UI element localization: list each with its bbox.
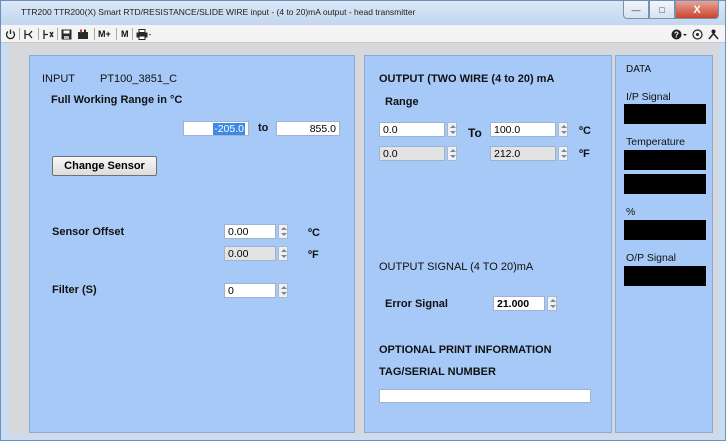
op-signal-label: O/P Signal bbox=[626, 252, 677, 264]
output-low-c-spinner[interactable] bbox=[447, 122, 457, 137]
error-signal-label: Error Signal bbox=[385, 298, 448, 310]
temperature-label: Temperature bbox=[626, 136, 685, 148]
filter-field[interactable]: 0 bbox=[224, 283, 276, 298]
op-signal-display bbox=[624, 266, 706, 286]
output-low-f-field[interactable]: 0.0 bbox=[379, 146, 445, 161]
power-icon[interactable] bbox=[5, 27, 16, 41]
close-button[interactable]: X bbox=[675, 1, 719, 19]
range-min-field[interactable]: -205.0 bbox=[183, 121, 249, 136]
tag-serial-input[interactable] bbox=[379, 389, 591, 403]
load-device-icon[interactable] bbox=[77, 27, 89, 41]
output-high-c-field[interactable]: 100.0 bbox=[490, 122, 556, 137]
range-max-field[interactable]: 855.0 bbox=[276, 121, 340, 136]
output-heading: OUTPUT (TWO WIRE (4 to 20) mA bbox=[379, 73, 555, 85]
svg-text:?: ? bbox=[674, 30, 679, 39]
output-signal-heading: OUTPUT SIGNAL (4 TO 20)mA bbox=[379, 261, 534, 273]
temperature-display bbox=[624, 150, 706, 170]
output-unit-c: ºC bbox=[579, 125, 591, 137]
window-title: TTR200 TTR200(X) Smart RTD/RESISTANCE/SL… bbox=[21, 7, 416, 17]
minimize-button[interactable]: — bbox=[623, 1, 649, 19]
save-icon[interactable] bbox=[61, 27, 72, 41]
sensor-offset-label: Sensor Offset bbox=[52, 226, 125, 238]
offset-c-spinner[interactable] bbox=[278, 224, 288, 239]
ip-signal-label: I/P Signal bbox=[626, 91, 671, 103]
target-icon[interactable] bbox=[692, 27, 703, 41]
memory-button[interactable]: M bbox=[121, 27, 129, 41]
range-label: Full Working Range in °C bbox=[51, 94, 183, 106]
main-area: INPUT PT100_3851_C Full Working Range in… bbox=[9, 43, 718, 435]
output-low-c-field[interactable]: 0.0 bbox=[379, 122, 445, 137]
toolbar: M+ M ? bbox=[1, 25, 725, 43]
help-icon[interactable]: ? bbox=[671, 27, 689, 41]
output-unit-f: ºF bbox=[579, 148, 590, 160]
output-high-f-field[interactable]: 212.0 bbox=[490, 146, 556, 161]
ip-signal-display bbox=[624, 104, 706, 124]
data-panel: DATA I/P Signal Temperature % O/P Signal bbox=[615, 55, 713, 433]
offset-c-unit: ºC bbox=[308, 227, 320, 239]
tag-serial-label: TAG/SERIAL NUMBER bbox=[379, 366, 496, 378]
temperature-display-secondary bbox=[624, 174, 706, 194]
output-high-f-spinner[interactable] bbox=[558, 146, 568, 161]
print-icon[interactable] bbox=[136, 27, 152, 41]
data-heading: DATA bbox=[626, 64, 652, 75]
offset-c-field[interactable]: 0.00 bbox=[224, 224, 276, 239]
error-signal-field[interactable]: 21.000 bbox=[493, 296, 545, 311]
percent-label: % bbox=[626, 206, 636, 218]
memory-plus-button[interactable]: M+ bbox=[98, 27, 111, 41]
window-controls: — □ X bbox=[623, 1, 719, 19]
title-bar: TTR200 TTR200(X) Smart RTD/RESISTANCE/SL… bbox=[1, 1, 725, 25]
print-info-heading: OPTIONAL PRINT INFORMATION bbox=[379, 344, 552, 356]
offset-f-unit: ºF bbox=[308, 249, 319, 261]
input-heading: INPUT bbox=[42, 73, 75, 85]
filter-spinner[interactable] bbox=[278, 283, 288, 298]
app-window: TTR200 TTR200(X) Smart RTD/RESISTANCE/SL… bbox=[0, 0, 726, 441]
offset-f-spinner[interactable] bbox=[278, 246, 288, 261]
connect-icon[interactable] bbox=[23, 27, 35, 41]
input-panel: INPUT PT100_3851_C Full Working Range in… bbox=[29, 55, 355, 433]
output-panel: OUTPUT (TWO WIRE (4 to 20) mA Range 0.0 … bbox=[364, 55, 612, 433]
output-range-label: Range bbox=[385, 96, 419, 108]
change-sensor-button[interactable]: Change Sensor bbox=[52, 156, 157, 176]
offset-f-field[interactable]: 0.00 bbox=[224, 246, 276, 261]
person-icon[interactable] bbox=[708, 27, 719, 41]
maximize-button[interactable]: □ bbox=[649, 1, 675, 19]
percent-display bbox=[624, 220, 706, 240]
sensor-name: PT100_3851_C bbox=[100, 73, 178, 85]
output-to-label: To bbox=[468, 126, 482, 140]
output-high-c-spinner[interactable] bbox=[558, 122, 568, 137]
filter-label: Filter (S) bbox=[52, 284, 97, 296]
error-signal-spinner[interactable] bbox=[547, 296, 557, 311]
range-to-label: to bbox=[258, 122, 269, 134]
disconnect-icon[interactable] bbox=[42, 27, 54, 41]
output-low-f-spinner[interactable] bbox=[447, 146, 457, 161]
